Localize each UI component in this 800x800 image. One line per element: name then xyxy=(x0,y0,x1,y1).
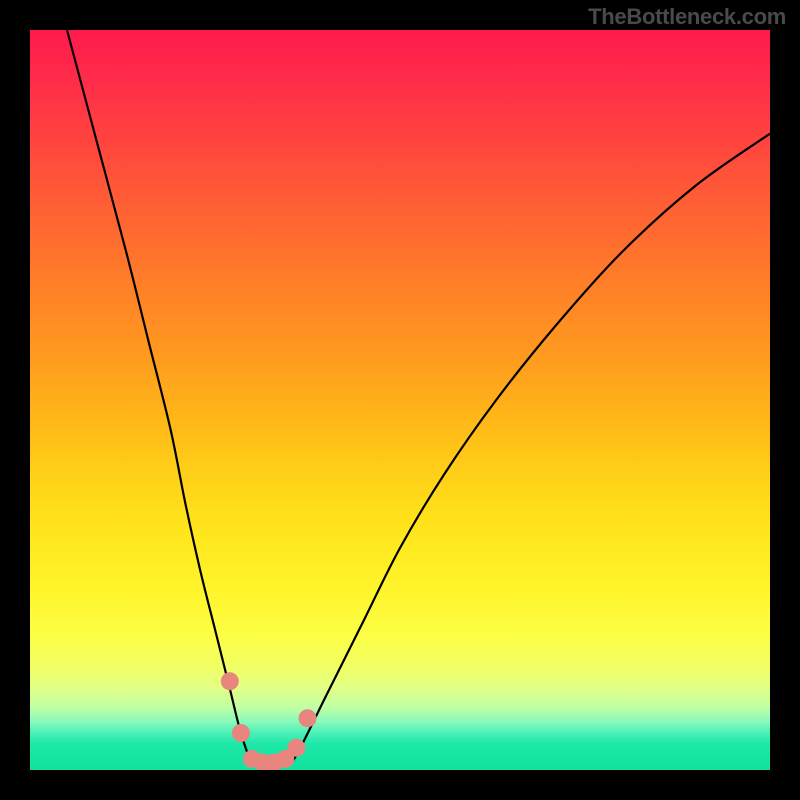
valley-marker xyxy=(221,672,239,690)
chart-svg xyxy=(30,30,770,770)
valley-marker xyxy=(299,709,317,727)
plot-area xyxy=(30,30,770,770)
valley-markers xyxy=(221,672,317,770)
valley-marker xyxy=(287,739,305,757)
valley-marker xyxy=(232,724,250,742)
watermark-text: TheBottleneck.com xyxy=(588,4,786,30)
curve-path xyxy=(67,30,770,765)
